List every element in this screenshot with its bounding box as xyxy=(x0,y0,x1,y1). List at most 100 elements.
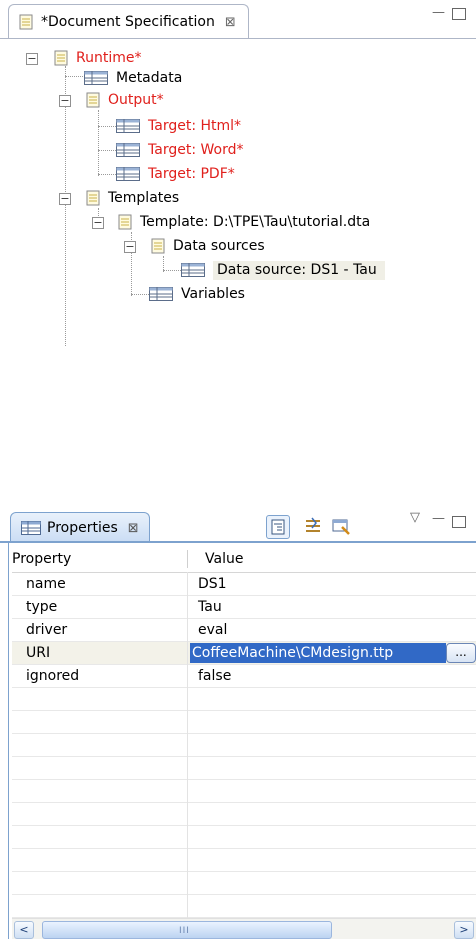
tree-item-label: Metadata xyxy=(116,70,183,86)
document-icon xyxy=(19,14,33,30)
collapse-templates-toggle[interactable]: − xyxy=(59,193,71,205)
tree-item-target-pdf[interactable]: Target: PDF* xyxy=(116,162,235,186)
property-value[interactable]: eval xyxy=(198,619,227,641)
column-header-property[interactable]: Property xyxy=(12,546,71,572)
show-categories-button[interactable] xyxy=(266,515,290,539)
browse-button[interactable]: ... xyxy=(446,643,476,663)
document-icon xyxy=(86,190,100,206)
collapse-template-toggle[interactable]: − xyxy=(92,217,104,229)
tab-separator xyxy=(0,541,476,543)
table-header: Property Value xyxy=(12,546,476,573)
table-icon xyxy=(181,263,205,277)
table-row-driver[interactable]: driver eval xyxy=(12,619,476,642)
empty-row xyxy=(12,826,476,849)
show-advanced-properties-button[interactable] xyxy=(302,515,324,537)
restore-defaults-button[interactable] xyxy=(330,515,352,537)
tree-item-label: Templates xyxy=(108,190,180,206)
property-name: driver xyxy=(26,622,68,638)
property-name: ignored xyxy=(26,668,80,684)
document-icon xyxy=(54,50,68,66)
tree-item-label: Output* xyxy=(108,92,164,108)
tree-view-icon xyxy=(271,519,285,535)
tree-connector xyxy=(98,174,116,175)
tree-item-target-word[interactable]: Target: Word* xyxy=(116,138,243,162)
tree-connector xyxy=(65,76,85,77)
tree-item-label: Target: Word* xyxy=(148,142,244,158)
editor-tab-bar: *Document Specification ⊠ — xyxy=(0,0,476,40)
tree-item-variables[interactable]: Variables xyxy=(149,282,245,306)
empty-row xyxy=(12,734,476,757)
view-border xyxy=(8,542,9,939)
tree-item-target-html[interactable]: Target: Html* xyxy=(116,114,241,138)
empty-row xyxy=(12,872,476,895)
table-row-type[interactable]: type Tau xyxy=(12,596,476,619)
tree-item-label: Template: D:\TPE\Tau\tutorial.dta xyxy=(140,214,371,230)
property-name: name xyxy=(26,576,66,592)
tree-connector xyxy=(98,110,99,176)
tree-item-templates[interactable]: Templates xyxy=(86,186,179,210)
column-grid-line xyxy=(187,572,188,928)
scroll-left-button[interactable]: < xyxy=(14,921,34,939)
empty-row xyxy=(12,803,476,826)
tree-item-label: Target: Html* xyxy=(148,118,242,134)
scroll-right-button[interactable]: > xyxy=(454,921,474,939)
property-value[interactable]: Tau xyxy=(198,596,222,618)
specification-tree: − Runtime* Metadata − Output* Target: Ht… xyxy=(0,40,476,506)
document-icon xyxy=(86,92,100,108)
horizontal-scrollbar[interactable]: < III > xyxy=(12,918,476,939)
property-value[interactable]: false xyxy=(198,665,231,687)
tree-item-data-source-ds1[interactable]: Data source: DS1 - Tau xyxy=(181,258,385,282)
tree-item-label: Variables xyxy=(181,286,245,302)
tab-title: *Document Specification xyxy=(41,14,215,30)
properties-icon xyxy=(21,521,41,535)
restore-default-icon xyxy=(332,519,350,535)
document-specification-tab[interactable]: *Document Specification ⊠ xyxy=(8,4,249,39)
minimize-button[interactable]: — xyxy=(432,512,445,526)
empty-row xyxy=(12,849,476,872)
table-row-name[interactable]: name DS1 xyxy=(12,573,476,596)
maximize-button[interactable] xyxy=(452,8,466,20)
document-icon xyxy=(151,238,165,254)
table-row-uri[interactable]: URI CoffeeMachine\CMdesign.ttp ... xyxy=(12,642,476,665)
column-header-value[interactable]: Value xyxy=(205,546,243,572)
properties-tab[interactable]: Properties ⊠ xyxy=(10,512,150,543)
tree-item-template[interactable]: Template: D:\TPE\Tau\tutorial.dta xyxy=(118,210,370,234)
tree-connector xyxy=(98,126,116,127)
close-tab-icon[interactable]: ⊠ xyxy=(128,521,139,536)
tree-item-data-sources[interactable]: Data sources xyxy=(151,234,265,258)
property-name: type xyxy=(26,599,58,615)
filter-icon xyxy=(306,517,320,532)
collapse-runtime-toggle[interactable]: − xyxy=(26,53,38,65)
maximize-icon xyxy=(452,8,466,20)
document-specification-view: *Document Specification ⊠ — − Runtime* M… xyxy=(0,0,476,509)
collapse-data-sources-toggle[interactable]: − xyxy=(124,241,136,253)
tree-item-label: Runtime* xyxy=(76,50,142,66)
collapse-output-toggle[interactable]: − xyxy=(59,95,71,107)
scroll-thumb[interactable]: III xyxy=(42,921,332,939)
table-icon xyxy=(149,287,173,301)
tree-connector xyxy=(65,66,66,346)
property-name: URI xyxy=(26,645,51,661)
properties-tab-bar: Properties ⊠ ▽ — xyxy=(0,508,476,543)
uri-value-input[interactable]: CoffeeMachine\CMdesign.ttp xyxy=(190,643,446,663)
property-value[interactable]: DS1 xyxy=(198,573,227,595)
tree-item-label: Data source: DS1 - Tau xyxy=(213,260,385,280)
document-icon xyxy=(118,214,132,230)
view-menu-icon[interactable]: ▽ xyxy=(410,511,420,525)
properties-view: Properties ⊠ ▽ — Property Value name DS1… xyxy=(0,508,476,939)
column-divider[interactable] xyxy=(187,550,188,568)
tree-connector xyxy=(98,150,116,151)
properties-tab-title: Properties xyxy=(47,520,118,536)
tree-connector xyxy=(131,294,149,295)
table-icon xyxy=(116,167,140,181)
minimize-button[interactable]: — xyxy=(432,6,445,20)
maximize-button[interactable] xyxy=(452,516,466,528)
empty-row xyxy=(12,895,476,918)
maximize-icon xyxy=(452,516,466,528)
table-row-ignored[interactable]: ignored false xyxy=(12,665,476,688)
tree-item-output[interactable]: Output* xyxy=(86,88,164,112)
close-tab-icon[interactable]: ⊠ xyxy=(225,15,236,30)
tree-connector xyxy=(163,270,181,271)
tree-item-metadata[interactable]: Metadata xyxy=(84,66,182,90)
tree-item-label: Target: PDF* xyxy=(148,166,235,182)
